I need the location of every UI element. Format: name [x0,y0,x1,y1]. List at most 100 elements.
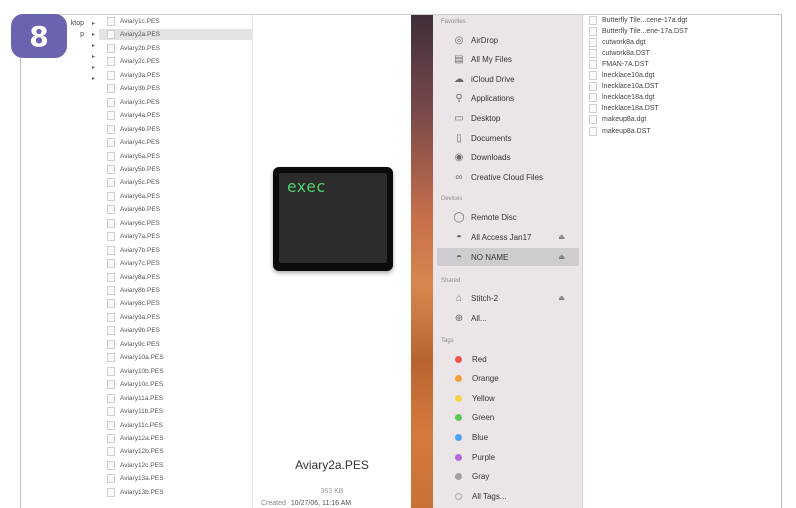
network-computer-icon: ⌂ [455,292,463,304]
file-list-item[interactable]: Aviary9a.PES [99,312,253,323]
file-list-item[interactable]: Aviary6c.PES [99,218,253,229]
file-list-item[interactable]: Aviary7b.PES [99,245,253,256]
file-name: Aviary2a.PES [120,31,160,39]
file-list-item[interactable]: Aviary8b.PES [99,285,253,296]
target-file-item[interactable]: cutwork8a.DST [583,48,781,58]
document-icon [107,70,115,80]
document-icon [107,178,115,188]
file-list-column[interactable]: Aviary1c.PES Aviary2a.PES Aviary2b.PES Avia… [99,15,253,508]
file-list-item[interactable]: Aviary4b.PES [99,124,253,135]
file-list-item[interactable]: Aviary9b.PES [99,325,253,336]
file-list-item[interactable]: Aviary8a.PES [99,272,253,283]
sidebar-item-tag[interactable]: Blue [437,428,579,446]
sidebar-item-device[interactable]: ◯ Remote Disc [437,208,579,226]
file-list-item[interactable]: Aviary4a.PES [99,110,253,121]
file-list-item[interactable]: Aviary8c.PES [99,298,253,309]
file-list-item[interactable]: Aviary2c.PES [99,56,253,67]
target-file-item[interactable]: makeup8a.dgt [583,115,781,125]
file-list-item[interactable]: Aviary10b.PES [99,366,253,377]
file-name: cutwork8a.dgt [602,38,646,46]
sidebar-item-device[interactable]: ◓ All Access Jan17 ⏏ [437,228,579,246]
file-list-item[interactable]: Aviary9c.PES [99,339,253,350]
sidebar-item-favorite[interactable]: ▯ Documents [437,129,579,147]
sidebar-item-favorite[interactable]: ⚲ Applications [437,90,579,108]
sidebar-item-device[interactable]: ◓ NO NAME ⏏ [437,248,579,266]
sidebar-item-label: Purple [472,452,496,462]
file-list-item[interactable]: Aviary6a.PES [99,191,253,202]
file-list-item[interactable]: Aviary3a.PES [99,70,253,81]
eject-icon[interactable]: ⏏ [558,233,565,241]
document-icon [589,59,597,69]
sidebar-item-tag[interactable]: Purple [437,448,579,466]
document-icon [107,433,115,443]
finder-sidebar: Favorites ◎ AirDrop ▤ All My Files ☁ iCloud Dr… [433,15,583,508]
document-icon [107,366,115,376]
file-list-item[interactable]: Aviary7a.PES [99,231,253,242]
document-icon [107,487,115,497]
target-file-item[interactable]: lnecklace18a.dgt [583,93,781,103]
file-name: Aviary1c.PES [120,18,160,25]
file-list-item[interactable]: Aviary5b.PES [99,164,253,175]
target-file-item[interactable]: lnecklace10a.DST [583,82,781,92]
file-list-item[interactable]: Aviary6b.PES [99,204,253,215]
target-file-item[interactable]: makeup8a.DST [583,126,781,136]
file-list-item[interactable]: Aviary11a.PES [99,393,253,404]
target-file-item[interactable]: cutwork8a.dgt [583,37,781,47]
sidebar-item-tag[interactable]: Yellow [437,389,579,407]
parent-folder-item[interactable]: ▸ [21,72,99,84]
parent-folder-column[interactable]: ktop ▸ p ▸ ▸ ▸ ▸ ▸ [21,15,99,508]
file-list-item[interactable]: Aviary12c.PES [99,460,253,471]
file-list-item[interactable]: Aviary3b.PES [99,83,253,94]
target-folder-file-list[interactable]: Butterfly Tile...cene-17a.dgt Butterfly T… [583,15,781,508]
eject-icon[interactable]: ⏏ [558,294,565,302]
created-label: Created [261,500,286,507]
sidebar-item-shared[interactable]: ⌂ Stitch-2 ⏏ [437,289,579,307]
file-list-item[interactable]: Aviary3c.PES [99,97,253,108]
sidebar-item-tag[interactable]: Gray [437,468,579,486]
sidebar-item-tag[interactable]: Green [437,409,579,427]
file-list-item[interactable]: Aviary5a.PES [99,151,253,162]
file-list-item[interactable]: Aviary11b.PES [99,406,253,417]
sidebar-item-favorite[interactable]: ∞ Creative Cloud Files [437,168,579,186]
sidebar-item-tag[interactable]: All Tags... [437,487,579,505]
document-icon [107,420,115,430]
target-file-item[interactable]: Butterfly Tile...ene-17a.DST [583,26,781,36]
sidebar-item-favorite[interactable]: ◉ Downloads [437,149,579,167]
file-name: Aviary9c.PES [120,340,160,348]
tag-color-dot-icon [455,433,462,441]
file-list-item[interactable]: Aviary10c.PES [99,379,253,390]
sidebar-item-favorite[interactable]: ▤ All My Files [437,51,579,69]
desktop-icon: ▭ [454,112,464,124]
file-list-item[interactable]: Aviary10a.PES [99,352,253,363]
document-icon [107,407,115,417]
downloads-icon: ◉ [454,152,464,164]
file-list-item[interactable]: Aviary7c.PES [99,258,253,269]
sidebar-item-favorite[interactable]: ▭ Desktop [437,109,579,127]
file-list-item[interactable]: Aviary12a.PES [99,433,253,444]
target-file-item[interactable]: FMAN-7A.DST [583,59,781,69]
file-list-item[interactable]: Aviary1c.PES [99,16,253,27]
file-name: lnecklace18a.dgt [602,94,655,102]
target-file-item[interactable]: lnecklace18a.DST [583,104,781,114]
eject-icon[interactable]: ⏏ [558,253,565,261]
file-list-item[interactable]: Aviary4c.PES [99,137,253,148]
sidebar-item-shared[interactable]: ⊕ All... [437,309,579,327]
document-icon [107,353,115,363]
file-list-item[interactable]: Aviary13a.PES [99,473,253,484]
target-file-item[interactable]: Butterfly Tile...cene-17a.dgt [583,15,781,25]
desktop-wallpaper-strip [411,15,433,508]
sidebar-item-tag[interactable]: Orange [437,370,579,388]
file-list-item[interactable]: Aviary11c.PES [99,420,253,431]
file-list-item[interactable]: Aviary2b.PES [99,43,253,54]
document-icon [589,82,597,92]
sidebar-item-tag[interactable]: Red [437,350,579,368]
sidebar-item-favorite[interactable]: ☁ iCloud Drive [437,70,579,88]
sidebar-item-favorite[interactable]: ◎ AirDrop [437,31,579,49]
file-name: Aviary13b.PES [120,488,164,496]
target-file-item[interactable]: lnecklace10a.dgt [583,71,781,81]
sidebar-item-label: Green [472,413,495,423]
file-list-item[interactable]: Aviary2a.PES [99,29,253,41]
file-list-item[interactable]: Aviary13b.PES [99,487,253,498]
file-list-item[interactable]: Aviary5c.PES [99,177,253,188]
file-list-item[interactable]: Aviary12b.PES [99,446,253,457]
